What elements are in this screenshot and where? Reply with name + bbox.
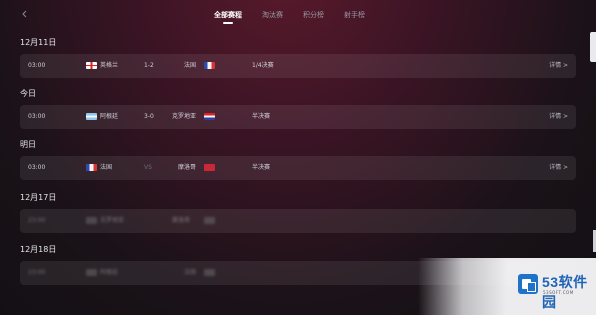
flag-morocco-icon: [204, 164, 215, 171]
date-section: 明日 03:00 法国 VS 摩洛哥 半决赛 详情 >: [20, 139, 576, 180]
date-heading: 今日: [20, 89, 36, 98]
tab-knockout[interactable]: 淘汰赛: [262, 10, 283, 24]
match-time: 03:00: [28, 62, 46, 69]
match-stage: 1/4决赛: [252, 62, 274, 69]
away-team: 法国: [184, 269, 197, 276]
flag-argentina-icon: [86, 269, 97, 276]
details-link[interactable]: 详情 >: [549, 54, 568, 78]
flag-croatia-icon: [86, 217, 97, 224]
home-team: 阿根廷: [100, 113, 119, 120]
top-bar: 全部赛程 淘汰赛 积分榜 射手榜: [0, 0, 596, 30]
tab-standings[interactable]: 积分榜: [303, 10, 324, 24]
side-panel-tab[interactable]: [590, 32, 596, 62]
date-heading: 12月11日: [20, 38, 57, 47]
home-team: 阿根廷: [100, 269, 119, 276]
date-section: 今日 03:00 阿根廷 3-0 克罗地亚 半决赛 详情 >: [20, 88, 576, 129]
match-card[interactable]: 03:00 法国 VS 摩洛哥 半决赛 详情 >: [20, 156, 576, 180]
chevron-left-icon[interactable]: [20, 9, 30, 19]
match-time: 23:00: [28, 269, 46, 276]
away-team: 摩洛哥: [172, 217, 191, 224]
match-card[interactable]: 23:00 克罗地亚 摩洛哥: [20, 209, 576, 233]
flag-england-icon: [86, 62, 97, 69]
home-team: 克罗地亚: [100, 217, 125, 224]
match-time: 03:00: [28, 164, 46, 171]
match-score: 3-0: [144, 113, 154, 120]
away-team: 法国: [184, 62, 197, 69]
match-score: 1-2: [144, 62, 154, 69]
details-link[interactable]: 详情 >: [549, 156, 568, 180]
date-section: 12月17日 23:00 克罗地亚 摩洛哥: [20, 192, 576, 233]
match-score: VS: [144, 164, 152, 171]
home-team: 英格兰: [100, 62, 119, 69]
match-time: 23:00: [28, 217, 46, 224]
flag-morocco-icon: [204, 217, 215, 224]
date-heading: 12月17日: [20, 193, 57, 202]
match-card[interactable]: 03:00 阿根廷 3-0 克罗地亚 半决赛 详情 >: [20, 105, 576, 129]
details-link[interactable]: 详情 >: [549, 105, 568, 129]
tab-top-scorers[interactable]: 射手榜: [344, 10, 365, 24]
match-time: 03:00: [28, 113, 46, 120]
watermark-url: 53SOFT.COM: [543, 290, 574, 295]
match-stage: 半决赛: [252, 164, 271, 171]
date-heading: 12月18日: [20, 245, 57, 254]
away-team: 克罗地亚: [172, 113, 197, 120]
flag-argentina-icon: [86, 113, 97, 120]
flag-croatia-icon: [204, 113, 215, 120]
watermark: 53软件园 53SOFT.COM: [418, 258, 596, 315]
flag-france-icon: [204, 269, 215, 276]
home-team: 法国: [100, 164, 113, 171]
away-team: 摩洛哥: [178, 164, 197, 171]
site-logo-icon: [518, 274, 538, 294]
date-heading: 明日: [20, 140, 36, 149]
match-stage: 半决赛: [252, 113, 271, 120]
tab-bar: 全部赛程 淘汰赛 积分榜 射手榜: [214, 10, 365, 28]
flag-france-icon: [86, 164, 97, 171]
match-card[interactable]: 03:00 英格兰 1-2 法国 1/4决赛 详情 >: [20, 54, 576, 78]
flag-france-icon: [204, 62, 215, 69]
tab-all-schedule[interactable]: 全部赛程: [214, 10, 242, 24]
date-section: 12月11日 03:00 英格兰 1-2 法国 1/4决赛 详情 >: [20, 37, 576, 78]
